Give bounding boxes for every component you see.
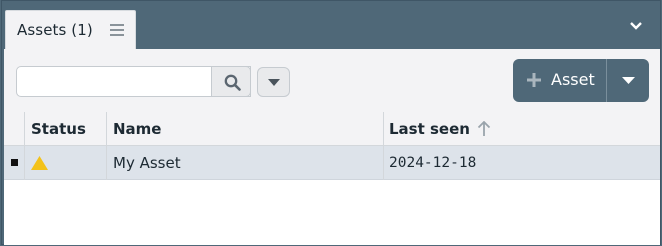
chevron-down-icon[interactable]	[630, 21, 642, 31]
table-header: Status Name Last seen	[4, 112, 660, 146]
add-asset-button[interactable]: Asset	[513, 59, 606, 102]
tab-assets[interactable]: Assets (1)	[5, 10, 136, 49]
caret-down-icon	[268, 79, 280, 86]
search-button[interactable]	[211, 66, 251, 97]
hamburger-icon[interactable]	[110, 24, 124, 36]
assets-panel: Assets (1) Asset Status Name Last seen M…	[1, 0, 661, 245]
caret-down-icon	[622, 77, 635, 84]
panel-tab-bar: Assets (1)	[2, 1, 660, 49]
add-asset-button-group: Asset	[513, 59, 649, 102]
arrow-up-icon[interactable]	[477, 121, 491, 137]
table-row[interactable]: My Asset 2024-12-18	[4, 146, 660, 180]
column-divider	[106, 112, 107, 146]
plus-icon	[527, 73, 541, 87]
search-icon	[224, 74, 241, 91]
filter-dropdown-button[interactable]	[257, 67, 290, 97]
tab-label: Assets (1)	[17, 21, 93, 39]
column-divider	[383, 112, 384, 146]
row-selection-marker	[11, 159, 18, 166]
panel-content: Asset Status Name Last seen My Asset 202…	[4, 49, 660, 245]
column-divider	[24, 146, 25, 180]
column-header-last-seen[interactable]: Last seen	[389, 112, 470, 146]
column-divider	[24, 112, 25, 146]
assets-table: Status Name Last seen My Asset 2024-12-1…	[4, 112, 660, 245]
column-divider	[106, 146, 107, 180]
column-divider	[383, 146, 384, 180]
add-asset-label: Asset	[551, 70, 595, 89]
warning-triangle-icon	[31, 156, 48, 170]
column-header-name[interactable]: Name	[113, 112, 161, 146]
asset-last-seen: 2024-12-18	[389, 155, 477, 171]
column-header-status[interactable]: Status	[31, 112, 86, 146]
asset-name: My Asset	[113, 154, 181, 172]
add-asset-dropdown-button[interactable]	[607, 59, 649, 102]
